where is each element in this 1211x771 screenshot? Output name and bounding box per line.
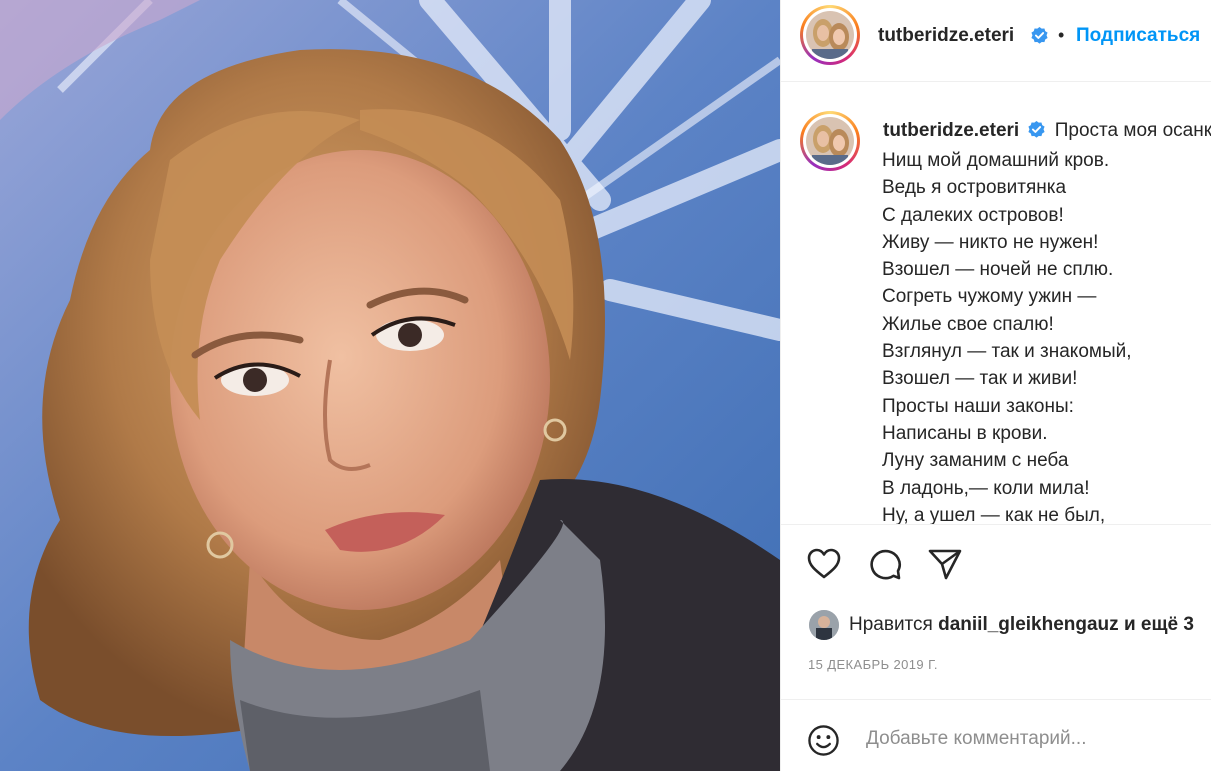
post-photo-illustration [0,0,780,771]
caption-line: Согреть чужому ужин — [882,286,1097,308]
actions-divider [781,524,1211,525]
post-header: tutberidze.eteri • Подписаться [781,0,1211,82]
comment-bar [781,700,1211,771]
caption-line: Ну, а ушел — как не был, [882,504,1106,524]
post-side-panel: tutberidze.eteri • Подписаться tutberidz… [780,0,1211,771]
paper-plane-icon[interactable] [927,546,963,582]
caption-line: С далеких островов! [882,204,1064,226]
avatar-photo [806,11,854,59]
likes-more-link[interactable]: и ещё 3 [1124,614,1194,635]
caption-lines: Нищ мой домашний кров. Ведь я островитян… [882,147,1132,524]
caption-line: Живу — никто не нужен! [882,231,1099,253]
post-photo[interactable] [0,0,780,771]
caption-first-line: tutberidze.eteri Проста моя осанка, [883,120,1211,142]
caption-text-start: Проста моя осанка, [1054,120,1211,141]
caption-line: Луну заманим с неба [882,450,1069,472]
smiley-icon[interactable] [807,724,840,757]
header-separator: • [1058,25,1065,45]
author-username[interactable]: tutberidze.eteri [878,25,1014,47]
caption-line: Взошел — так и живи! [882,368,1078,390]
caption-line: Ведь я островитянка [882,177,1067,199]
avatar-photo [806,117,854,165]
caption-line: Взошел — ночей не сплю. [882,259,1114,281]
caption-line: Взглянул — так и знакомый, [882,341,1132,363]
liker-avatar[interactable] [809,610,839,640]
author-avatar[interactable] [800,5,860,65]
caption-line: Жилье свое спалю! [882,313,1054,335]
liker-avatar-photo [809,610,839,640]
liker-username[interactable]: daniil_gleikhengauz [938,614,1119,635]
verified-badge-icon [1031,26,1048,44]
caption-line: Нищ мой домашний кров. [882,150,1110,171]
comment-input[interactable] [866,728,1186,750]
caption-line: Просты наши законы: [882,395,1074,417]
heart-icon[interactable] [806,546,842,582]
caption-line: В ладонь,— коли мила! [882,477,1090,499]
caption-line: Написаны в крови. [882,422,1048,444]
post-date[interactable]: 15 ДЕКАБРЬ 2019 Г. [808,657,938,672]
caption-scroll-area[interactable]: tutberidze.eteri Проста моя осанка, Нищ … [781,83,1211,524]
caption-username[interactable]: tutberidze.eteri [883,120,1019,141]
likes-prefix: Нравится [849,614,933,635]
likes-summary: Нравится daniil_gleikhengauz и ещё 3 [849,614,1194,636]
verified-badge-icon [1028,120,1046,138]
follow-button[interactable]: Подписаться [1076,25,1200,47]
caption-author-avatar[interactable] [800,111,860,171]
comment-bubble-icon[interactable] [867,546,903,582]
